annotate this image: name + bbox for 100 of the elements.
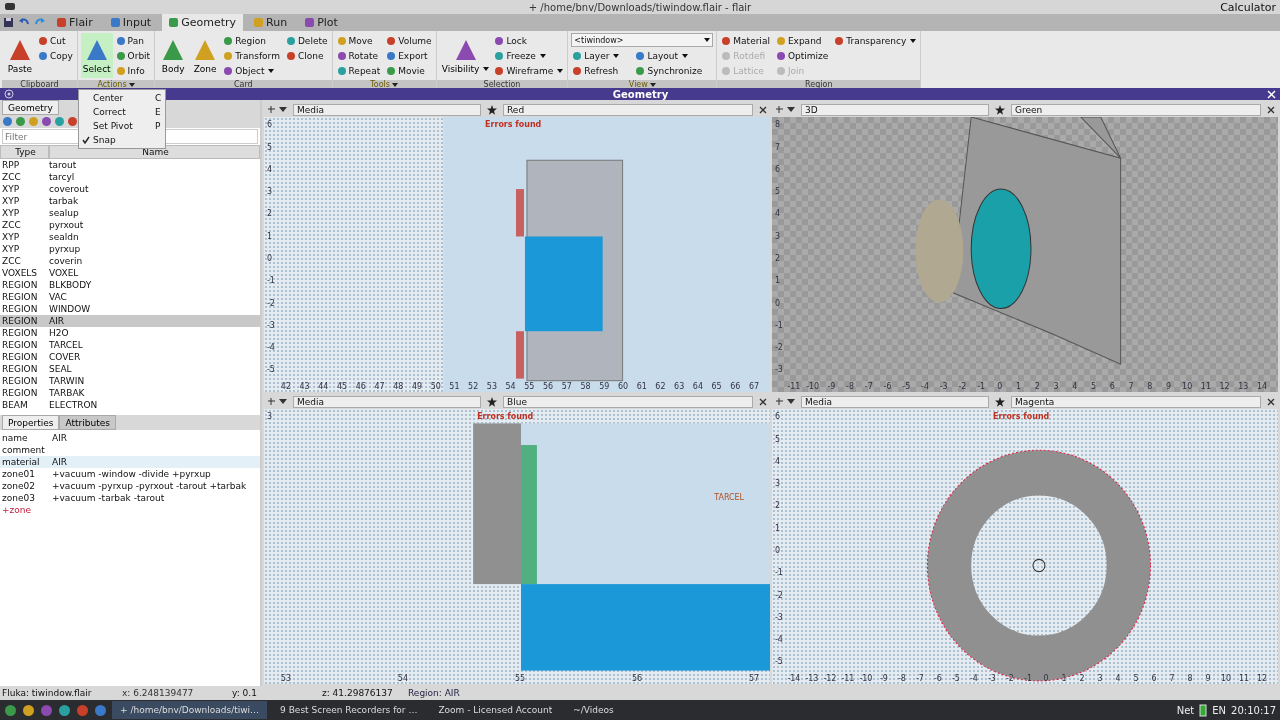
add-zone-link[interactable]: +zone — [0, 504, 52, 516]
language-indicator[interactable]: EN — [1212, 704, 1227, 716]
ribbon-button[interactable]: Orbit — [114, 48, 152, 63]
ribbon-button[interactable]: Zone — [190, 33, 221, 78]
table-row[interactable]: REGION H2O — [0, 327, 260, 339]
layer-combo-box[interactable]: Media — [293, 395, 481, 408]
property-value[interactable]: AIR — [52, 432, 68, 444]
ribbon-button[interactable]: Delete — [284, 33, 329, 48]
table-row[interactable]: XYP pyrxup — [0, 243, 260, 255]
close-icon[interactable] — [759, 105, 767, 114]
table-row[interactable]: XYP sealup — [0, 207, 260, 219]
ribbon-button[interactable]: Transform — [222, 48, 281, 63]
close-icon[interactable] — [1267, 397, 1275, 406]
table-row[interactable]: REGION TARCEL — [0, 339, 260, 351]
color-combo-box[interactable]: Green — [1011, 103, 1261, 116]
layer-combo-box[interactable]: Media — [293, 103, 481, 116]
view-arrows-icon[interactable] — [267, 397, 287, 406]
viewport-canvas[interactable]: 42 43 44 45 46 47 48 49 50 51 52 53 54 55 56 57 58 59 60 61 62 63 64 65 66 67 6 5 4 3 2 1 0 -1 -2 -3 -4 -5 Errors found — [264, 117, 770, 392]
property-value[interactable]: +vacuum -window -divide +pyrxup — [52, 468, 211, 480]
property-value[interactable]: +vacuum -pyrxup -pyrxout -tarout +tarbak — [52, 480, 247, 492]
close-icon[interactable] — [759, 397, 767, 406]
ribbon-button[interactable]: Optimize — [774, 48, 830, 63]
table-row[interactable]: REGION VAC — [0, 291, 260, 303]
ribbon-tab[interactable]: Geometry — [162, 14, 244, 31]
ribbon-button[interactable]: Paste — [5, 33, 35, 78]
ribbon-tab[interactable]: Input — [103, 14, 159, 31]
menu-item[interactable]: Correct E — [79, 105, 165, 119]
table-row[interactable]: RPP tarout — [0, 159, 260, 171]
ribbon-button[interactable]: Freeze — [493, 48, 565, 63]
color-combo-box[interactable]: Red — [503, 103, 753, 116]
layer-combo-box[interactable]: 3D — [801, 103, 989, 116]
table-row[interactable]: BEAM ELECTRON — [0, 399, 260, 411]
launcher-icon[interactable] — [4, 703, 17, 717]
table-row[interactable]: REGION AIR — [0, 315, 260, 327]
property-value[interactable]: AIR — [52, 456, 68, 468]
ribbon-button[interactable]: Region — [222, 33, 281, 48]
taskbar-button[interactable]: ~/Videos — [565, 701, 622, 719]
panel-tab[interactable]: Properties — [2, 415, 60, 430]
ribbon-button[interactable]: Move — [335, 33, 382, 48]
menu-item[interactable]: Snap — [79, 133, 165, 147]
column-header[interactable]: Type — [0, 145, 49, 159]
ribbon-button[interactable]: Synchronize — [634, 63, 714, 78]
ribbon-button[interactable]: Select — [80, 33, 113, 78]
ribbon-tab[interactable]: Flair — [50, 14, 100, 31]
ribbon-button[interactable]: Repeat — [335, 63, 382, 78]
ribbon-button[interactable]: Expand — [774, 33, 830, 48]
table-row[interactable]: REGION COVER — [0, 351, 260, 363]
ribbon-tab[interactable]: Plot — [298, 14, 345, 31]
star-icon[interactable] — [487, 104, 497, 115]
ribbon-button[interactable]: Rotate — [335, 48, 382, 63]
table-row[interactable]: VOXELS VOXEL — [0, 267, 260, 279]
table-row[interactable]: REGION SEAL — [0, 363, 260, 375]
shape-icon[interactable] — [41, 116, 52, 127]
star-icon[interactable] — [995, 396, 1005, 407]
property-value[interactable]: +vacuum -tarbak -tarout — [52, 492, 165, 504]
ribbon-button[interactable]: Movie — [385, 63, 433, 78]
table-row[interactable]: REGION WINDOW — [0, 303, 260, 315]
ribbon-tab[interactable]: Run — [247, 14, 295, 31]
ribbon-button[interactable]: Wireframe — [493, 63, 565, 78]
taskbar-button[interactable]: 9 Best Screen Recorders for … — [272, 701, 426, 719]
save-icon[interactable] — [3, 17, 14, 28]
panel-tab[interactable]: Geometry — [2, 100, 59, 115]
table-row[interactable]: XYP coverout — [0, 183, 260, 195]
shape-icon[interactable] — [2, 116, 13, 127]
table-row[interactable]: XYP tarbak — [0, 195, 260, 207]
ribbon-button[interactable]: Object — [222, 63, 281, 78]
table-row[interactable]: REGION BLKBODY — [0, 279, 260, 291]
taskbar-button[interactable]: + /home/bnv/Downloads/tiwi… — [112, 701, 268, 719]
color-combo-box[interactable]: Magenta — [1011, 395, 1261, 408]
launcher-icon[interactable] — [58, 703, 71, 717]
table-row[interactable]: XYP sealdn — [0, 231, 260, 243]
ribbon-button[interactable]: Info — [114, 63, 152, 78]
menu-item[interactable]: Center C — [79, 91, 165, 105]
launcher-icon[interactable] — [94, 703, 107, 717]
battery-icon[interactable] — [1199, 703, 1208, 717]
view-combo-box[interactable]: <tiwindow> — [571, 33, 714, 47]
ribbon-button[interactable]: Refresh — [571, 63, 631, 78]
star-icon[interactable] — [487, 396, 497, 407]
ribbon-button[interactable]: Layout — [634, 48, 714, 63]
taskbar-button[interactable]: Zoom - Licensed Account — [430, 701, 561, 719]
color-combo-box[interactable]: Blue — [503, 395, 753, 408]
view-arrows-icon[interactable] — [775, 397, 795, 406]
menu-item[interactable]: Set Pivot P — [79, 119, 165, 133]
ribbon-button[interactable]: Layer — [571, 48, 631, 63]
table-row[interactable]: ZCC coverin — [0, 255, 260, 267]
ribbon-button[interactable]: Visibility — [439, 33, 492, 78]
ribbon-button[interactable]: Material — [720, 33, 771, 48]
star-icon[interactable] — [995, 104, 1005, 115]
table-row[interactable]: REGION TARWIN — [0, 375, 260, 387]
view-arrows-icon[interactable] — [267, 105, 287, 114]
launcher-icon[interactable] — [76, 703, 89, 717]
ribbon-button[interactable]: Export — [385, 48, 433, 63]
view-arrows-icon[interactable] — [775, 105, 795, 114]
ribbon-button[interactable]: Transparency — [833, 33, 918, 48]
shape-icon[interactable] — [67, 116, 78, 127]
table-row[interactable]: REGION TARBAK — [0, 387, 260, 399]
ribbon-button[interactable]: Cut — [37, 33, 74, 48]
ribbon-button[interactable]: Body — [158, 33, 189, 78]
table-row[interactable]: ZCC pyrxout — [0, 219, 260, 231]
ribbon-button[interactable]: Clone — [284, 48, 329, 63]
